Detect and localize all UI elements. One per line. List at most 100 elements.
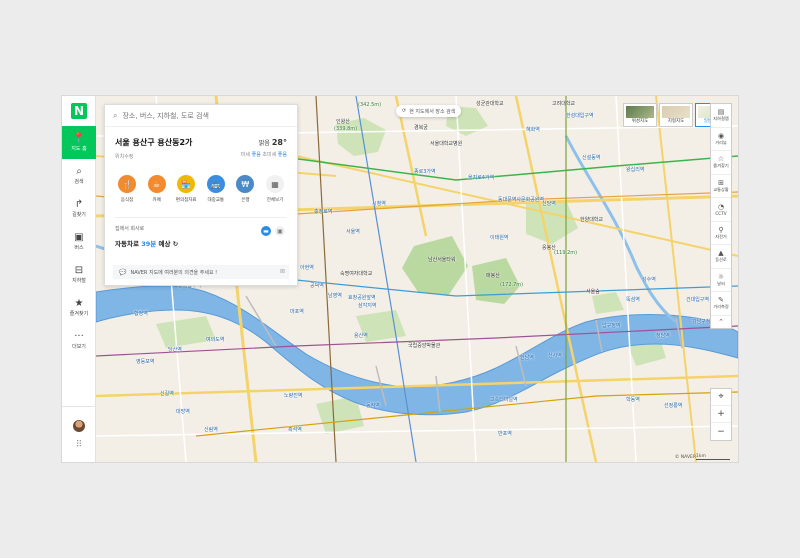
- apps-grid-icon[interactable]: ⠿: [76, 440, 83, 450]
- map-label[interactable]: 서울대학교병원: [430, 140, 462, 147]
- category-0[interactable]: 🍴 음식점: [115, 175, 139, 213]
- my-location-button[interactable]: ⌖: [711, 389, 731, 406]
- map-label[interactable]: 노량진역: [284, 392, 302, 399]
- map-label[interactable]: 대방역: [176, 408, 190, 415]
- tool-0[interactable]: ▤ 지하철맵: [711, 104, 731, 128]
- tool-5[interactable]: ⚲ 자전거: [711, 222, 731, 245]
- map-label[interactable]: 신설동역: [582, 154, 600, 161]
- map-label[interactable]: 여의도역: [206, 336, 224, 343]
- map-label[interactable]: 을지로4가역: [468, 174, 494, 181]
- directions-icon: ↱: [74, 199, 84, 210]
- map-label[interactable]: 합정역: [134, 310, 148, 317]
- sidebar-item-2[interactable]: ↱ 길찾기: [62, 192, 96, 225]
- bus-mode-button[interactable]: ▣: [275, 226, 285, 236]
- map-label[interactable]: 왕십리역: [626, 166, 644, 173]
- avatar[interactable]: [73, 419, 85, 432]
- map-label[interactable]: 한양대학교: [580, 216, 603, 223]
- map-type-1[interactable]: 지형지도: [659, 103, 693, 127]
- map-label[interactable]: 남산서울타워: [428, 256, 456, 263]
- map-label[interactable]: 숙명여자대학교: [340, 270, 372, 277]
- tool-2[interactable]: ☆ 즐겨찾기: [711, 151, 731, 175]
- map-label[interactable]: 동작역: [366, 402, 380, 409]
- map-label[interactable]: 종로3가역: [414, 168, 436, 175]
- sidebar-item-0[interactable]: 📍 지도 홈: [62, 126, 96, 159]
- category-1[interactable]: ☕ 카페: [145, 175, 169, 213]
- map-label[interactable]: 국립중앙박물관: [408, 342, 440, 349]
- category-2[interactable]: 🏪 편의점자료: [174, 175, 198, 213]
- zoom-in-button[interactable]: +: [711, 406, 731, 423]
- map-label[interactable]: 혜화역: [526, 126, 540, 133]
- map-label[interactable]: 매봉산: [486, 272, 500, 279]
- sidebar-item-3[interactable]: ▣ 버스: [62, 225, 96, 258]
- tool-6[interactable]: ▲ 등산로: [711, 245, 731, 269]
- car-mode-button[interactable]: ▬: [261, 226, 271, 236]
- map-label[interactable]: 건대입구역: [686, 296, 709, 303]
- map-label[interactable]: 용산역: [354, 332, 368, 339]
- map-type-0[interactable]: 위성지도: [623, 103, 657, 127]
- naver-logo[interactable]: N: [62, 96, 96, 126]
- map-label[interactable]: 신길역: [160, 390, 174, 397]
- map-label[interactable]: 효창공원앞역: [348, 294, 376, 301]
- sidebar-item-1[interactable]: ⌕ 검색: [62, 159, 96, 192]
- refresh-icon: ⟳: [402, 108, 407, 114]
- feedback-banner[interactable]: 💬 NAVER 지도에 여러분의 의견을 주세요 ! ⊠: [113, 265, 289, 279]
- map-label[interactable]: (172.7m): [500, 282, 523, 288]
- map-label[interactable]: 고려대학교: [552, 100, 575, 107]
- map-label[interactable]: 뚝섬역: [626, 296, 640, 303]
- map-label[interactable]: 남영역: [328, 292, 342, 299]
- map-label[interactable]: 선정릉역: [664, 402, 682, 409]
- zoom-out-button[interactable]: −: [711, 423, 731, 440]
- tool-8[interactable]: ✎ 거리측정: [711, 292, 731, 316]
- sidebar-item-6[interactable]: ··· 더보기: [62, 324, 96, 357]
- tool-1[interactable]: ◉ 거리뷰: [711, 128, 731, 151]
- map-label[interactable]: 신당역: [542, 200, 556, 207]
- close-icon[interactable]: ⊠: [280, 268, 285, 275]
- map-label[interactable]: 한성대입구역: [566, 112, 594, 119]
- cafe-icon: ☕: [147, 175, 166, 193]
- map-label[interactable]: 삼각지역: [358, 302, 376, 309]
- category-5[interactable]: ▦ 전체보기: [263, 175, 287, 213]
- map-label[interactable]: 인왕산: [336, 118, 350, 125]
- collapse-toolbar-button[interactable]: ⌃: [711, 316, 731, 328]
- map-label[interactable]: 신림역: [204, 426, 218, 433]
- sidebar-item-label: 버스: [74, 245, 84, 251]
- map-label[interactable]: (339.8m): [334, 126, 357, 132]
- map-label[interactable]: 한남역: [520, 354, 534, 361]
- category-3[interactable]: 🚌 대중교통: [204, 175, 228, 213]
- sidebar-item-4[interactable]: ⊟ 지하철: [62, 258, 96, 291]
- crosshair-icon: ⌖: [718, 392, 724, 402]
- map-label[interactable]: 흑석역: [288, 426, 302, 433]
- category-4[interactable]: ₩ 은행: [233, 175, 257, 213]
- map-label[interactable]: 압구정역: [602, 322, 620, 329]
- tool-4[interactable]: ◔ CCTV: [711, 198, 731, 222]
- tool-7[interactable]: ☼ 날씨: [711, 269, 731, 292]
- map-label[interactable]: 이태원역: [490, 234, 508, 241]
- map-type-thumbnail: [626, 106, 654, 118]
- map-label[interactable]: 신사역: [548, 352, 562, 359]
- map-label[interactable]: 성균관대학교: [476, 100, 504, 107]
- map-label[interactable]: (119.2m): [554, 250, 577, 256]
- map-label[interactable]: (342.5m): [358, 102, 381, 108]
- map-label[interactable]: 시청역: [372, 200, 386, 207]
- area-search-button[interactable]: ⟳ 현 지도에서 장소 검색: [396, 105, 462, 117]
- map-label[interactable]: 당산역: [168, 346, 182, 353]
- map-label[interactable]: 영등포역: [136, 358, 154, 365]
- commute-info[interactable]: 집에서 회사로 자동차로 39분 예상 ↻ ▬ ▣: [105, 218, 297, 252]
- map-label[interactable]: 동대문역사문화공원역: [498, 196, 544, 203]
- map-label[interactable]: 청담역: [656, 332, 670, 339]
- map-label[interactable]: 공덕역: [310, 282, 324, 289]
- map-label[interactable]: 마포역: [290, 308, 304, 315]
- tool-3[interactable]: ⊞ 교통상황: [711, 175, 731, 198]
- map-label[interactable]: 성수역: [642, 276, 656, 283]
- map-label[interactable]: 아현역: [300, 264, 314, 271]
- search-input[interactable]: [122, 111, 283, 120]
- map-label[interactable]: 충정로역: [314, 208, 332, 215]
- map-label[interactable]: 고속터미널역: [490, 396, 518, 403]
- refresh-icon[interactable]: ↻: [173, 240, 178, 248]
- map-label[interactable]: 서울숲: [586, 288, 600, 295]
- sidebar-item-5[interactable]: ★ 즐겨찾기: [62, 291, 96, 324]
- map-label[interactable]: 반포역: [498, 430, 512, 437]
- map-label[interactable]: 서울역: [346, 228, 360, 235]
- map-label[interactable]: 경복궁: [414, 124, 428, 131]
- map-label[interactable]: 학동역: [626, 396, 640, 403]
